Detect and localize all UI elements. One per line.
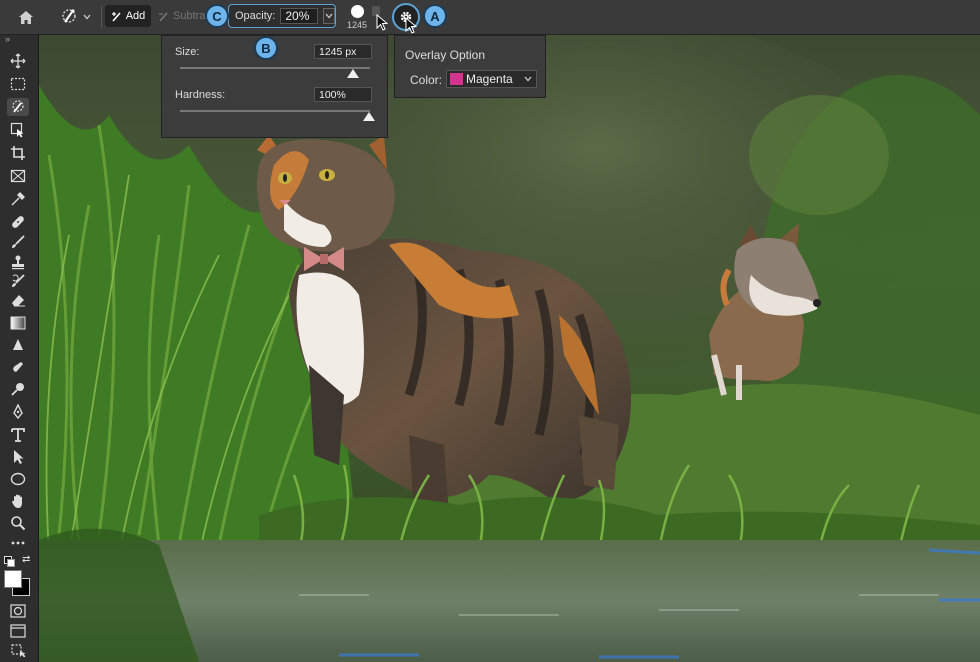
blur-tool[interactable] [7,336,29,354]
artboard-icon [11,644,26,657]
swap-colors-icon[interactable]: ⇄ [22,554,30,565]
eraser-tool[interactable] [7,291,29,309]
size-slider-thumb[interactable] [347,69,359,78]
move-icon [10,53,26,69]
brush-tip-icon [350,4,364,18]
hardness-slider-thumb[interactable] [363,112,375,121]
move-tool[interactable] [7,52,29,70]
object-select-icon [10,122,24,138]
ellipse-tool[interactable] [7,470,29,488]
screen-mode-icon [10,624,26,638]
zoom-icon [11,516,26,531]
size-label: Size: [175,46,200,58]
artboard-button[interactable] [7,640,29,658]
frame-icon [10,169,26,183]
blur-icon [13,339,23,350]
eyedropper-tool[interactable] [7,190,29,208]
ellipse-icon [10,472,26,486]
hardness-input[interactable]: 100% [314,87,372,102]
quick-mask-icon [10,604,26,618]
collapse-icon[interactable]: » [5,34,10,44]
chevron-down-icon [325,13,333,19]
crop-icon [11,146,25,160]
eyedropper-icon [11,192,25,206]
quick-select-icon [62,9,76,23]
home-button[interactable] [12,6,40,28]
overlay-color-value: Magenta [466,72,513,86]
tools-panel: » ⇄ [0,34,39,662]
subtract-button[interactable]: Subtra [158,5,206,27]
quick-select-icon [12,100,24,113]
object-select-tool[interactable] [7,121,29,139]
history-brush-icon [12,274,25,287]
pen-tool[interactable] [7,403,29,421]
overlay-options-panel: Overlay Option Color: Magenta [394,35,546,98]
healing-tool[interactable] [7,213,29,231]
overlay-panel-title: Overlay Option [405,48,486,62]
type-icon [11,428,25,442]
quick-select-tool[interactable] [7,98,29,116]
smudge-icon [13,362,23,372]
history-brush-tool[interactable] [7,272,29,290]
add-button[interactable]: Add [105,5,151,27]
chevron-down-icon [524,76,532,82]
stamp-tool[interactable] [7,253,29,271]
subtract-label: Subtra [173,10,206,22]
brush-size-preview: 1245 [346,19,368,30]
smudge-tool[interactable] [7,358,29,376]
gradient-icon [10,316,26,330]
home-icon [19,10,33,24]
type-tool[interactable] [7,426,29,444]
size-input[interactable]: 1245 px [314,44,372,59]
hardness-label: Hardness: [175,89,226,101]
gradient-tool[interactable] [7,314,29,332]
hand-tool[interactable] [7,492,29,510]
opacity-input[interactable]: 20% [280,8,319,24]
size-slider-track[interactable] [180,67,370,69]
color-swatch [450,73,463,85]
options-bar: Add Subtra Opacity: 20% 1245 [0,0,980,35]
callout-c: C [205,4,229,28]
subtract-brush-icon [159,12,168,22]
eraser-icon [12,295,25,307]
default-colors-icon[interactable] [4,556,15,567]
opacity-label: Opacity: [235,10,276,22]
quick-mask-button[interactable] [7,602,29,620]
dodge-tool[interactable] [7,380,29,398]
more-icon [11,541,25,545]
screen-mode-button[interactable] [7,622,29,640]
stamp-icon [12,255,24,270]
add-brush-icon [111,12,121,22]
cursor-icon [376,14,388,31]
frame-tool[interactable] [7,167,29,185]
pen-icon [13,404,23,420]
divider [101,6,102,28]
add-label: Add [125,10,146,22]
marquee-icon [10,77,26,91]
dodge-icon [11,383,24,396]
opacity-control[interactable]: Opacity: 20% [228,4,336,28]
color-label: Color: [410,73,443,87]
hand-icon [12,494,22,508]
marquee-tool[interactable] [7,75,29,93]
callout-a: A [423,4,447,28]
hardness-slider-track[interactable] [180,110,370,112]
tool-preset-picker[interactable] [52,5,98,29]
cursor-icon [405,17,417,34]
foreground-color-swatch[interactable] [4,570,22,588]
path-select-tool[interactable] [7,448,29,466]
brush-icon [12,235,25,248]
overlay-color-select[interactable]: Magenta [446,70,537,88]
path-select-icon [14,450,24,464]
healing-icon [12,216,24,228]
zoom-tool[interactable] [7,514,29,532]
brush-preset-preview[interactable]: 1245 [344,3,370,31]
opacity-dropdown[interactable] [323,8,335,24]
more-tools[interactable] [7,534,29,552]
callout-b: B [254,36,278,60]
chevron-down-icon [83,14,91,20]
crop-tool[interactable] [7,144,29,162]
brush-tool[interactable] [7,233,29,251]
